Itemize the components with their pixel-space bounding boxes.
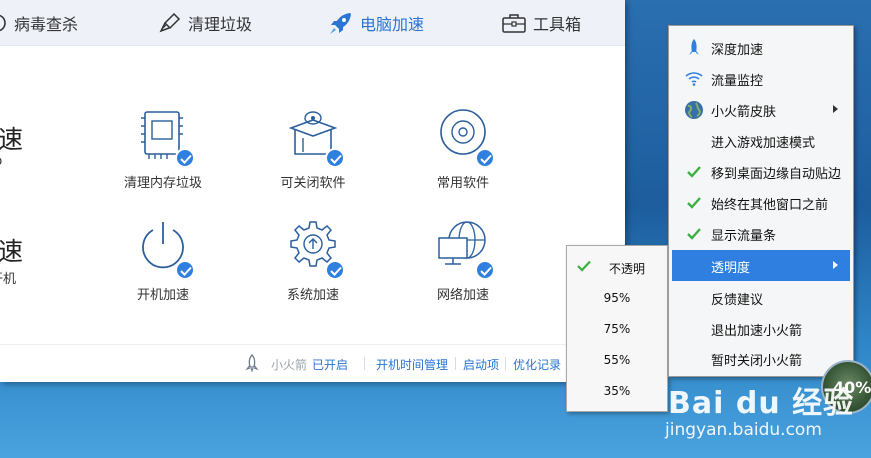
clipped-heading-2: 速 [0, 237, 24, 266]
menu-item-label: 退出加速小火箭 [711, 324, 803, 339]
clipped-subtext-2: 开机 [0, 272, 17, 287]
checkmark-icon [687, 197, 701, 209]
clipped-heading-1: 速 [0, 125, 24, 154]
tool-label: 清理内存垃圾 [123, 176, 202, 191]
menu-item-label: 流量监控 [711, 74, 764, 89]
tool-label: 开机加速 [136, 288, 189, 303]
opacity-option-label: 55% [603, 353, 631, 367]
bottom-separator [505, 357, 506, 370]
menu-item-label: 进入游戏加速模式 [711, 136, 816, 151]
bottom-separator [455, 357, 456, 370]
menu-item-traffic-monitor[interactable]: 流量监控 [672, 63, 850, 94]
menu-item-label: 深度加速 [711, 43, 764, 58]
checkmark-icon [687, 228, 701, 240]
tool-common-software[interactable]: 常用软件 [403, 106, 523, 191]
tool-clean-memory[interactable]: 清理内存垃圾 [103, 106, 223, 191]
bottom-bar: 小火箭 已开启 开机时间管理 启动项 优化记录 [0, 345, 625, 382]
rocket-status-link[interactable]: 已开启 [312, 356, 348, 373]
menu-item-opacity[interactable]: 透明度 [672, 250, 850, 281]
small-rocket-icon [245, 354, 259, 372]
check-badge-icon [175, 260, 195, 280]
menu-item-label: 始终在其他窗口之前 [711, 198, 829, 213]
menu-item-auto-snap-edge[interactable]: 移到桌面边缘自动贴边 [672, 156, 850, 187]
opacity-option-opaque[interactable]: 不透明 [569, 252, 665, 282]
top-nav-bar: 病毒查杀 清理垃圾 电脑加速 工具箱 [0, 0, 625, 46]
opacity-option-label: 不透明 [608, 262, 645, 276]
menu-item-feedback[interactable]: 反馈建议 [672, 282, 850, 313]
tab-label: 工具箱 [533, 15, 582, 34]
opacity-option-label: 35% [603, 384, 631, 398]
opacity-option-label: 95% [603, 291, 631, 305]
tab-toolbox[interactable]: 工具箱 [501, 8, 581, 38]
menu-item-game-mode[interactable]: 进入游戏加速模式 [672, 125, 850, 156]
menu-item-rocket-skin[interactable]: 小火箭皮肤 [672, 94, 850, 125]
menu-item-close-rocket-temporarily[interactable]: 暂时关闭小火箭 [672, 343, 850, 374]
tab-label: 清理垃圾 [188, 15, 253, 34]
tool-boot-speedup[interactable]: 开机加速 [103, 218, 223, 303]
tool-label: 可关闭软件 [280, 176, 346, 191]
app-window: 病毒查杀 清理垃圾 电脑加速 工具箱 速 速 机 清理内存垃圾 可关闭软件 常用… [0, 0, 625, 382]
opacity-option-label: 75% [603, 322, 631, 336]
rocket-icon [689, 39, 699, 55]
toolbox-icon [502, 14, 526, 33]
tab-speedup[interactable]: 电脑加速 [328, 8, 424, 38]
submenu-arrow-icon [833, 105, 838, 113]
wifi-icon [685, 72, 703, 86]
broom-icon [159, 12, 181, 33]
opacity-option-55[interactable]: 55% [569, 345, 665, 375]
check-badge-icon [325, 260, 345, 280]
tool-network-speedup[interactable]: 网络加速 [403, 218, 523, 303]
tab-label: 病毒查杀 [14, 15, 79, 34]
menu-item-always-on-top[interactable]: 始终在其他窗口之前 [672, 187, 850, 218]
menu-item-label: 透明度 [711, 261, 751, 276]
tool-label: 系统加速 [286, 288, 339, 303]
bottom-separator [364, 357, 365, 370]
checkmark-icon [687, 166, 701, 178]
menu-item-deep-speedup[interactable]: 深度加速 [672, 32, 850, 63]
check-badge-icon [475, 148, 495, 168]
menu-item-label: 小火箭皮肤 [711, 105, 777, 120]
baidu-watermark-url: jingyan.baidu.com [665, 420, 822, 440]
tool-label: 常用软件 [436, 176, 489, 191]
boot-time-management-link[interactable]: 开机时间管理 [376, 356, 448, 373]
tab-virus-scan[interactable]: 病毒查杀 [0, 8, 78, 38]
opacity-option-95[interactable]: 95% [569, 283, 665, 313]
rocket-label: 小火箭 [271, 358, 308, 372]
rocket-icon [330, 13, 351, 34]
menu-item-exit-rocket[interactable]: 退出加速小火箭 [672, 313, 850, 344]
globe-icon [685, 101, 703, 119]
menu-item-label: 反馈建议 [711, 293, 764, 308]
tool-closable-software[interactable]: 可关闭软件 [253, 106, 373, 191]
optimization-log-link[interactable]: 优化记录 [513, 356, 561, 373]
menu-item-label: 暂时关闭小火箭 [711, 354, 803, 369]
opacity-submenu: 不透明 95% 75% 55% 35% [566, 245, 668, 412]
tab-clean-junk[interactable]: 清理垃圾 [158, 8, 252, 38]
menu-item-show-traffic-bar[interactable]: 显示流量条 [672, 218, 850, 249]
tool-label: 网络加速 [436, 288, 489, 303]
opacity-option-35[interactable]: 35% [569, 376, 665, 406]
context-menu: 深度加速 流量监控 小火箭皮肤 进入游戏加速模式 移到桌面边缘自动贴边 始终在其… [668, 25, 854, 377]
startup-items-link[interactable]: 启动项 [463, 356, 499, 373]
virus-scan-icon [0, 14, 6, 32]
submenu-arrow-icon [833, 261, 838, 269]
check-badge-icon [175, 148, 195, 168]
baidu-watermark-logo: Bai du 经验 [668, 386, 855, 421]
clipped-subtext-1: p [0, 154, 2, 169]
opacity-option-75[interactable]: 75% [569, 314, 665, 344]
menu-item-label: 显示流量条 [711, 229, 777, 244]
tab-label: 电脑加速 [360, 15, 425, 34]
check-badge-icon [475, 260, 495, 280]
tool-system-speedup[interactable]: 系统加速 [253, 218, 373, 303]
check-badge-icon [325, 148, 345, 168]
menu-item-label: 移到桌面边缘自动贴边 [711, 167, 842, 182]
